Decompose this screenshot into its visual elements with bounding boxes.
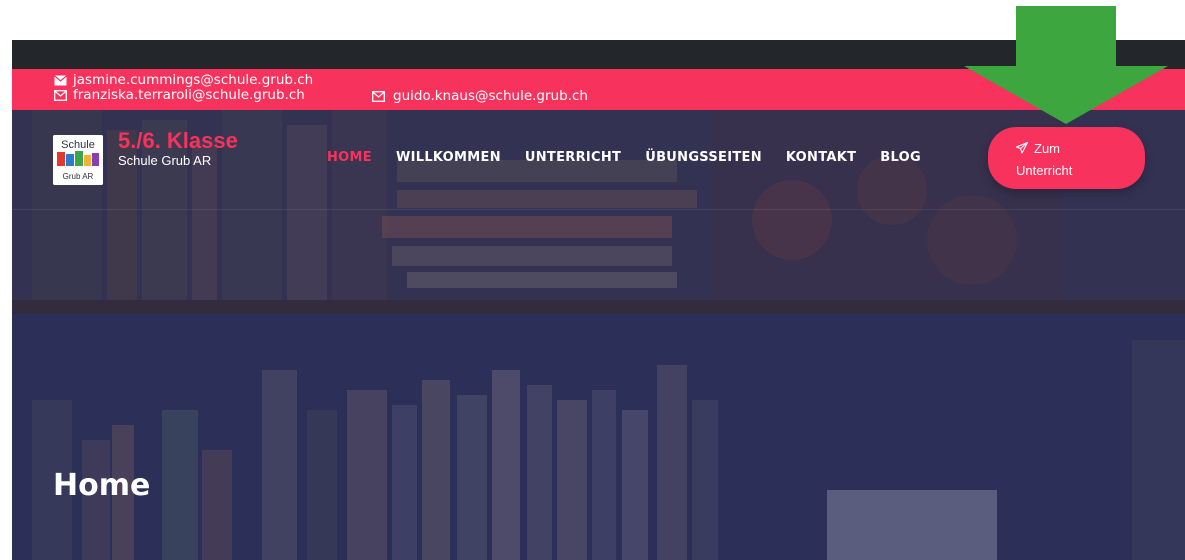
school-logo[interactable]: Schule Grub AR bbox=[53, 135, 103, 185]
nav-item-unterricht[interactable]: UNTERRICHT bbox=[525, 150, 621, 165]
contact-line-3[interactable]: guido.knaus@schule.grub.ch bbox=[372, 88, 588, 104]
nav-item-uebungsseiten[interactable]: ÜBUNGSSEITEN bbox=[645, 150, 762, 165]
page-title: Home bbox=[53, 468, 151, 503]
hero-section: Schule Grub AR 5./6. Klasse Schule Grub … bbox=[12, 110, 1185, 560]
nav-item-blog[interactable]: BLOG bbox=[880, 150, 921, 165]
envelope-outline-icon bbox=[54, 90, 67, 101]
nav-item-kontakt[interactable]: KONTAKT bbox=[786, 150, 856, 165]
cta-label-line1: Zum bbox=[1034, 141, 1060, 156]
envelope-outline-icon bbox=[372, 90, 385, 102]
main-nav: HOME WILLKOMMEN UNTERRICHT ÜBUNGSSEITEN … bbox=[327, 150, 945, 165]
cta-label-line2: Unterricht bbox=[1016, 163, 1073, 178]
email-guido[interactable]: guido.knaus@schule.grub.ch bbox=[393, 88, 588, 104]
contact-line-1[interactable]: jasmine.cummings@schule.grub.ch bbox=[54, 73, 313, 88]
email-franziska[interactable]: franziska.terraroli@schule.grub.ch bbox=[73, 88, 305, 103]
logo-bottom-text: Grub AR bbox=[63, 172, 94, 181]
paper-plane-icon bbox=[1016, 142, 1028, 154]
nav-item-willkommen[interactable]: WILLKOMMEN bbox=[396, 150, 501, 165]
contact-line-2[interactable]: franziska.terraroli@schule.grub.ch bbox=[54, 88, 313, 103]
zum-unterricht-button[interactable]: Zum Unterricht bbox=[988, 127, 1145, 189]
contact-emails-left: jasmine.cummings@schule.grub.ch franzisk… bbox=[54, 73, 313, 103]
email-jasmine[interactable]: jasmine.cummings@schule.grub.ch bbox=[73, 73, 313, 88]
logo-top-text: Schule bbox=[61, 139, 95, 151]
site-title[interactable]: 5./6. Klasse bbox=[118, 128, 238, 154]
site-subtitle: Schule Grub AR bbox=[118, 153, 212, 168]
nav-item-home[interactable]: HOME bbox=[327, 150, 372, 165]
annotation-arrow-icon bbox=[962, 0, 1170, 126]
envelope-icon bbox=[54, 75, 67, 86]
